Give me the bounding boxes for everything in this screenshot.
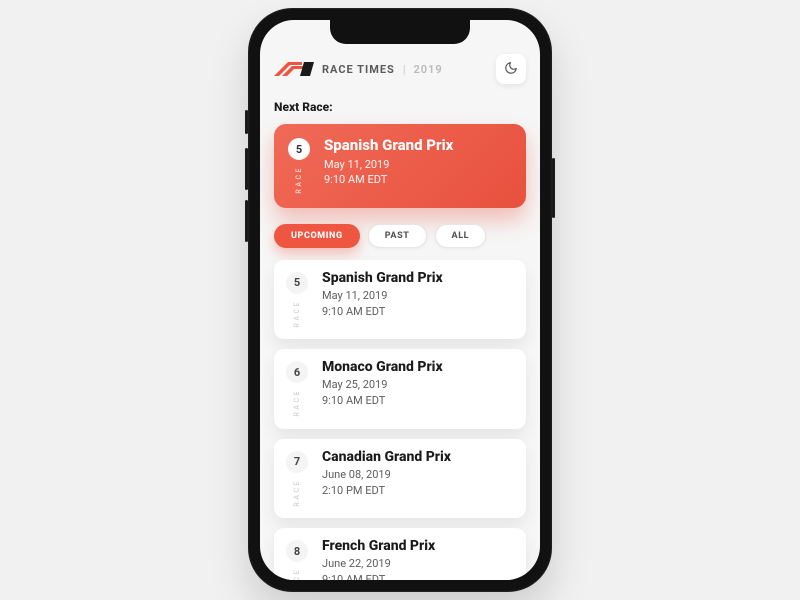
race-name: Monaco Grand Prix bbox=[322, 359, 443, 375]
race-info: Spanish Grand Prix May 11, 2019 9:10 AM … bbox=[322, 270, 443, 328]
next-race-label: Next Race: bbox=[274, 100, 526, 114]
next-race-card[interactable]: 5 RACE Spanish Grand Prix May 11, 2019 9… bbox=[274, 124, 526, 208]
race-name: Spanish Grand Prix bbox=[322, 270, 443, 286]
season-year: 2019 bbox=[414, 63, 443, 76]
tab-all[interactable]: ALL bbox=[435, 224, 487, 248]
tab-upcoming[interactable]: UPCOMING bbox=[274, 224, 360, 248]
race-info: Monaco Grand Prix May 25, 2019 9:10 AM E… bbox=[322, 359, 443, 417]
app-header: RACE TIMES | 2019 bbox=[274, 54, 526, 84]
race-name: French Grand Prix bbox=[322, 538, 435, 554]
tab-past[interactable]: PAST bbox=[368, 224, 427, 248]
race-number-column: 5 RACE bbox=[286, 270, 308, 328]
race-number-badge: 6 bbox=[286, 361, 308, 383]
race-list-item[interactable]: 5 RACE Spanish Grand Prix May 11, 2019 9… bbox=[274, 260, 526, 340]
phone-side-button bbox=[245, 200, 248, 242]
race-time: 9:10 AM EDT bbox=[322, 394, 443, 407]
race-vertical-label: RACE bbox=[293, 479, 301, 507]
race-list-item[interactable]: 8 RACE French Grand Prix June 22, 2019 9… bbox=[274, 528, 526, 580]
race-date: June 08, 2019 bbox=[322, 468, 451, 481]
race-vertical-label: RACE bbox=[295, 166, 303, 194]
moon-icon bbox=[504, 60, 518, 79]
app-title: RACE TIMES bbox=[322, 63, 395, 76]
race-list: 5 RACE Spanish Grand Prix May 11, 2019 9… bbox=[274, 260, 526, 580]
phone-side-button bbox=[245, 148, 248, 190]
theme-toggle-button[interactable] bbox=[496, 54, 526, 84]
race-name: Canadian Grand Prix bbox=[322, 449, 451, 465]
f1-logo-icon bbox=[274, 62, 314, 76]
race-number-column: 6 RACE bbox=[286, 359, 308, 417]
race-time: 9:10 AM EDT bbox=[322, 305, 443, 318]
filter-tabs: UPCOMING PAST ALL bbox=[274, 224, 526, 248]
race-time: 2:10 PM EDT bbox=[322, 484, 451, 497]
race-vertical-label: RACE bbox=[293, 300, 301, 328]
race-info: Spanish Grand Prix May 11, 2019 9:10 AM … bbox=[324, 136, 453, 194]
race-time: 9:10 AM EDT bbox=[324, 173, 453, 186]
race-number-badge: 7 bbox=[286, 451, 308, 473]
race-name: Spanish Grand Prix bbox=[324, 136, 453, 154]
race-time: 9:10 AM EDT bbox=[322, 573, 435, 580]
phone-notch bbox=[330, 20, 470, 44]
race-info: French Grand Prix June 22, 2019 9:10 AM … bbox=[322, 538, 435, 580]
race-number-badge: 5 bbox=[286, 272, 308, 294]
race-info: Canadian Grand Prix June 08, 2019 2:10 P… bbox=[322, 449, 451, 507]
race-date: May 11, 2019 bbox=[324, 158, 453, 171]
race-vertical-label: RACE bbox=[293, 389, 301, 417]
race-number-badge: 8 bbox=[286, 540, 308, 562]
race-number-column: 7 RACE bbox=[286, 449, 308, 507]
phone-side-button bbox=[552, 158, 555, 218]
race-date: June 22, 2019 bbox=[322, 557, 435, 570]
app-content: RACE TIMES | 2019 Next Race: 5 RACE Span… bbox=[260, 20, 540, 580]
race-vertical-label: RACE bbox=[293, 568, 301, 580]
phone-screen: RACE TIMES | 2019 Next Race: 5 RACE Span… bbox=[260, 20, 540, 580]
race-list-item[interactable]: 6 RACE Monaco Grand Prix May 25, 2019 9:… bbox=[274, 349, 526, 429]
race-date: May 11, 2019 bbox=[322, 289, 443, 302]
phone-frame: RACE TIMES | 2019 Next Race: 5 RACE Span… bbox=[248, 8, 552, 592]
race-number-column: 8 RACE bbox=[286, 538, 308, 580]
race-date: May 25, 2019 bbox=[322, 378, 443, 391]
phone-side-button bbox=[245, 110, 248, 134]
race-list-item[interactable]: 7 RACE Canadian Grand Prix June 08, 2019… bbox=[274, 439, 526, 519]
race-number-column: 5 RACE bbox=[288, 136, 310, 194]
header-divider: | bbox=[403, 63, 406, 76]
race-number-badge: 5 bbox=[288, 138, 310, 160]
